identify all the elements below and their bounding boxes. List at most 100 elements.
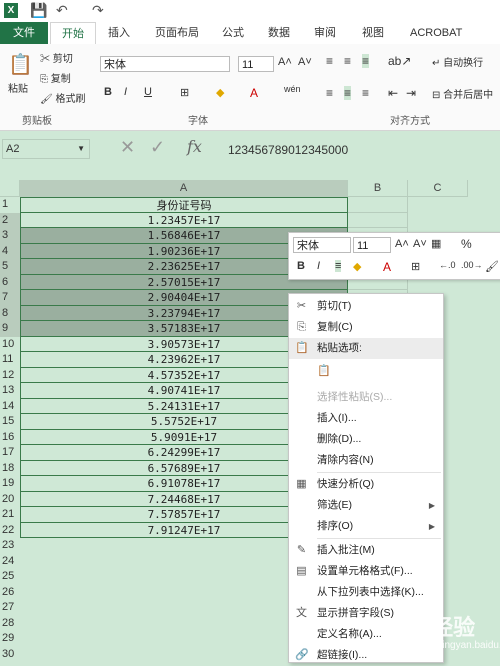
- row-header[interactable]: 17: [0, 445, 20, 461]
- redo-icon[interactable]: ↷: [92, 2, 104, 19]
- grow-font-icon[interactable]: A˄: [395, 238, 409, 250]
- paste-icon[interactable]: 📋: [8, 52, 33, 77]
- context-menu-item[interactable]: 筛选(E) ▶: [289, 495, 443, 516]
- tab-file[interactable]: 文件: [0, 22, 48, 44]
- border-icon[interactable]: ⊞: [180, 86, 189, 99]
- font-name-dropdown[interactable]: 宋体: [100, 56, 230, 72]
- column-header-a[interactable]: A: [20, 180, 348, 197]
- mini-size-dropdown[interactable]: 11: [353, 237, 391, 253]
- grow-font-icon[interactable]: A˄: [278, 56, 292, 68]
- font-size-dropdown[interactable]: 11: [238, 56, 274, 72]
- align-middle-icon[interactable]: ≡: [344, 54, 351, 68]
- font-color-icon[interactable]: A: [250, 86, 258, 100]
- undo-icon[interactable]: ↶: [56, 2, 68, 19]
- row-header[interactable]: 20: [0, 492, 20, 508]
- format-painter-button[interactable]: 🖌 格式刷: [40, 90, 85, 105]
- row-header[interactable]: 25: [0, 569, 20, 585]
- shrink-font-icon[interactable]: A˅: [298, 56, 312, 68]
- wrap-text-button[interactable]: ↵ 自动换行: [432, 54, 483, 69]
- row-header[interactable]: 29: [0, 631, 20, 647]
- shrink-font-icon[interactable]: A˅: [413, 238, 427, 250]
- name-box[interactable]: A2 ▼: [2, 139, 90, 159]
- format-painter-icon[interactable]: 🖌: [485, 260, 499, 273]
- row-header[interactable]: 12: [0, 368, 20, 384]
- context-menu-item[interactable]: ▤ 设置单元格格式(F)...: [289, 561, 443, 582]
- tab-insert[interactable]: 插入: [108, 22, 130, 44]
- tab-review[interactable]: 审阅: [314, 22, 336, 44]
- row-header[interactable]: 14: [0, 399, 20, 415]
- copy-button[interactable]: ⎘ 复制: [40, 70, 71, 85]
- decrease-decimal-icon[interactable]: .00→: [461, 260, 483, 270]
- underline-icon[interactable]: U: [144, 86, 152, 98]
- context-menu-item[interactable]: 🔗 超链接(I)...: [289, 645, 443, 666]
- align-left-icon[interactable]: ≡: [326, 86, 333, 100]
- row-header[interactable]: 10: [0, 337, 20, 353]
- row-header[interactable]: 2: [0, 212, 20, 228]
- row-header[interactable]: 23: [0, 538, 20, 554]
- row-header[interactable]: 30: [0, 647, 20, 663]
- context-menu-item[interactable]: 清除内容(N): [289, 450, 443, 471]
- row-header[interactable]: 21: [0, 507, 20, 523]
- row-header[interactable]: 28: [0, 616, 20, 632]
- font-color-icon[interactable]: A: [383, 260, 391, 274]
- mini-font-dropdown[interactable]: 宋体: [293, 237, 351, 253]
- row-header[interactable]: 16: [0, 430, 20, 446]
- column-header-c[interactable]: C: [408, 180, 468, 197]
- context-menu-item[interactable]: 删除(D)...: [289, 429, 443, 450]
- row-header[interactable]: 13: [0, 383, 20, 399]
- tab-acrobat[interactable]: ACROBAT: [410, 22, 462, 44]
- increase-decimal-icon[interactable]: ←.0: [439, 260, 456, 270]
- center-icon[interactable]: ≡: [335, 260, 342, 272]
- row-header[interactable]: 5: [0, 259, 20, 275]
- cancel-icon[interactable]: ✕: [120, 137, 135, 158]
- context-menu-item[interactable]: ⎘ 复制(C): [289, 317, 443, 338]
- row-header[interactable]: 27: [0, 600, 20, 616]
- bold-icon[interactable]: B: [104, 86, 112, 98]
- phonetic-icon[interactable]: wén: [284, 84, 301, 94]
- row-header[interactable]: 9: [0, 321, 20, 337]
- increase-indent-icon[interactable]: ⇥: [406, 86, 416, 100]
- tab-data[interactable]: 数据: [268, 22, 290, 44]
- insert-function-icon[interactable]: fx: [187, 137, 202, 156]
- formula-input[interactable]: 123456789012345000: [228, 143, 348, 157]
- fill-color-icon[interactable]: ◆: [216, 86, 224, 99]
- border-icon[interactable]: ⊞: [411, 260, 420, 273]
- row-header[interactable]: 1: [0, 197, 20, 213]
- tab-formulas[interactable]: 公式: [222, 22, 244, 44]
- align-bottom-icon[interactable]: ≡: [362, 54, 370, 68]
- header-cell[interactable]: 身份证号码: [20, 197, 348, 213]
- context-menu-item[interactable]: 选择性粘贴(S)...: [289, 387, 443, 408]
- column-header-b[interactable]: B: [348, 180, 408, 197]
- align-top-icon[interactable]: ≡: [326, 54, 333, 68]
- merge-center-button[interactable]: ⊟ 合并后居中: [432, 86, 493, 101]
- row-header[interactable]: 3: [0, 228, 20, 244]
- decrease-indent-icon[interactable]: ⇤: [388, 86, 398, 100]
- row-header[interactable]: 24: [0, 554, 20, 570]
- row-header[interactable]: 8: [0, 305, 20, 321]
- tab-page-layout[interactable]: 页面布局: [155, 22, 199, 44]
- context-menu-item[interactable]: 排序(O) ▶: [289, 516, 443, 537]
- fill-color-icon[interactable]: ◆: [353, 260, 361, 273]
- row-header[interactable]: 26: [0, 585, 20, 601]
- cut-button[interactable]: ✂ 剪切: [40, 50, 73, 65]
- row-header[interactable]: 4: [0, 243, 20, 259]
- number-format-icon[interactable]: ▦: [431, 237, 441, 250]
- context-menu-item[interactable]: 插入(I)...: [289, 408, 443, 429]
- row-header[interactable]: 18: [0, 461, 20, 477]
- italic-icon[interactable]: I: [124, 86, 127, 98]
- tab-home[interactable]: 开始: [50, 22, 96, 45]
- percent-icon[interactable]: %: [461, 237, 472, 251]
- row-header[interactable]: 7: [0, 290, 20, 306]
- select-all-corner[interactable]: [0, 180, 20, 197]
- bold-icon[interactable]: B: [297, 260, 305, 272]
- orientation-icon[interactable]: ab↗: [388, 54, 411, 68]
- align-center-icon[interactable]: ≡: [344, 86, 352, 100]
- italic-icon[interactable]: I: [317, 260, 320, 272]
- context-menu-item[interactable]: ▦ 快速分析(Q): [289, 474, 443, 495]
- tab-view[interactable]: 视图: [362, 22, 384, 44]
- context-menu-item[interactable]: 📋: [289, 359, 443, 387]
- enter-icon[interactable]: ✓: [150, 137, 165, 158]
- row-header[interactable]: 22: [0, 523, 20, 539]
- row-header[interactable]: 11: [0, 352, 20, 368]
- row-header[interactable]: 19: [0, 476, 20, 492]
